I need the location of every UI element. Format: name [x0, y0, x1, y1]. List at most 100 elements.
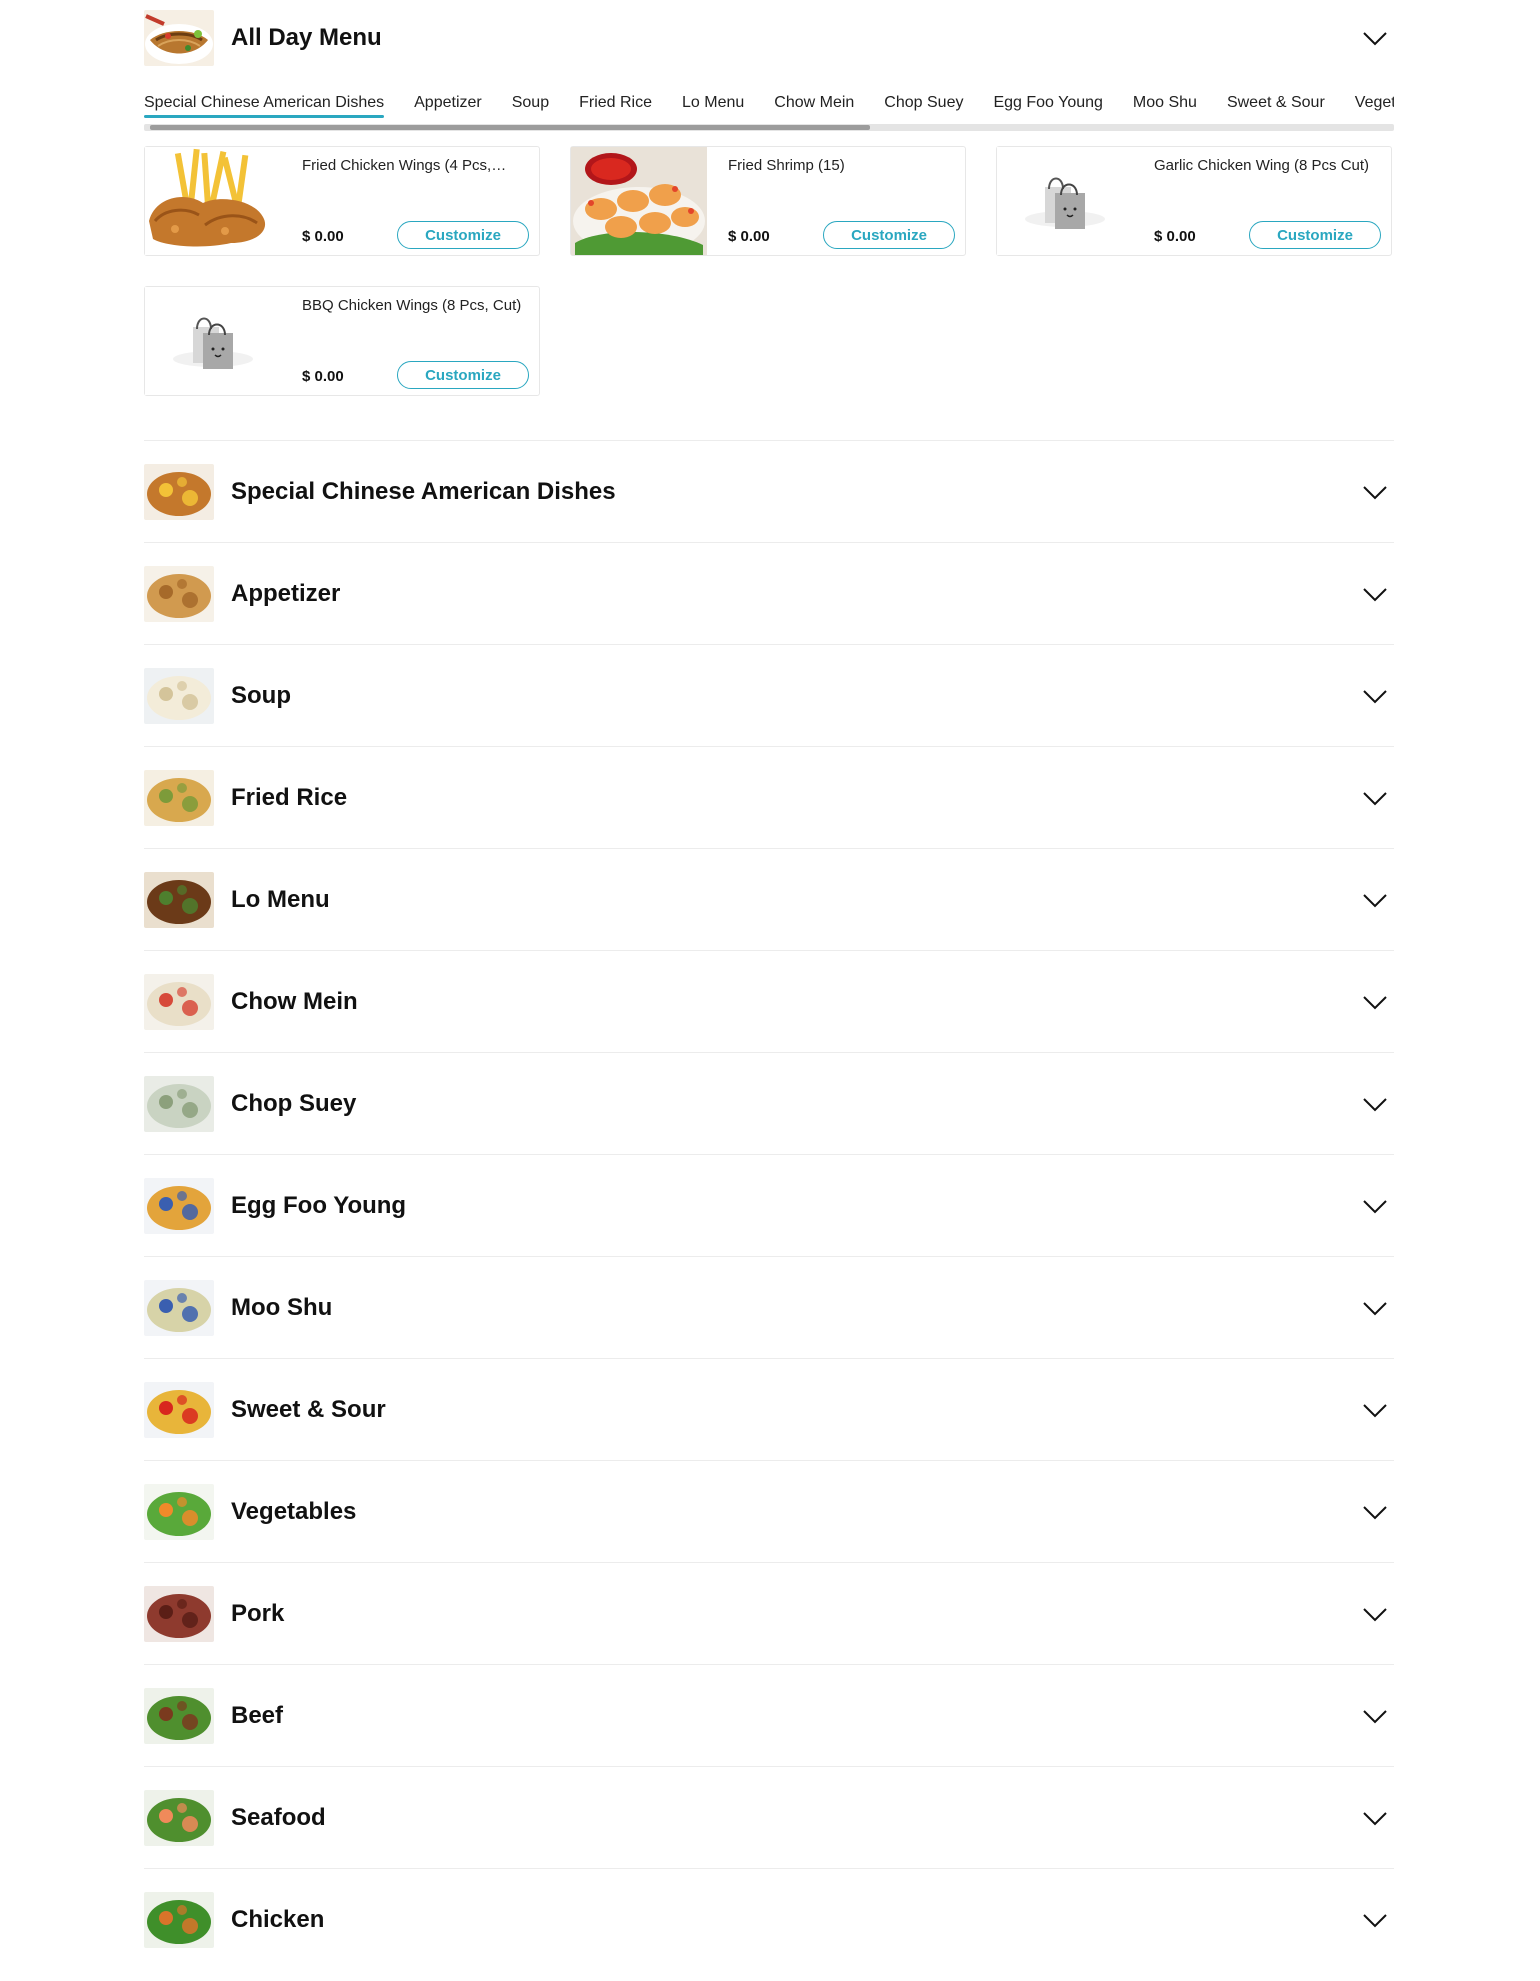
customize-button[interactable]: Customize: [1249, 221, 1381, 249]
category-title: Fried Rice: [231, 783, 348, 811]
menu-item-card[interactable]: Fried Shrimp (15) $ 0.00 Customize: [570, 146, 966, 256]
category-title: Sweet & Sour: [231, 1395, 386, 1423]
item-name: Fried Chicken Wings (4 Pcs,…: [302, 157, 507, 174]
vegetables-thumbnail: [144, 1483, 214, 1540]
chevron-down-icon[interactable]: [1362, 479, 1388, 505]
chevron-down-icon[interactable]: [1362, 1805, 1388, 1831]
chevron-down-icon[interactable]: [1362, 1703, 1388, 1729]
category-fried-rice[interactable]: Fried Rice: [144, 747, 1394, 848]
category-title: Vegetables: [231, 1497, 357, 1525]
chevron-down-icon[interactable]: [1362, 1601, 1388, 1627]
item-price: $ 0.00: [728, 228, 770, 245]
item-price: $ 0.00: [1154, 228, 1196, 245]
category-title: Pork: [231, 1599, 285, 1627]
category-soup[interactable]: Soup: [144, 645, 1394, 746]
category-title: Chicken: [231, 1905, 325, 1933]
all-day-menu-title: All Day Menu: [231, 24, 382, 51]
item-name: Garlic Chicken Wing (8 Pcs Cut): [1154, 157, 1370, 174]
category-egg-foo-young[interactable]: Egg Foo Young: [144, 1155, 1394, 1256]
category-title: Special Chinese American Dishes: [231, 477, 616, 505]
fried-chicken-wings-image: [145, 147, 281, 255]
category-title: Seafood: [231, 1803, 326, 1831]
chevron-down-icon[interactable]: [1362, 581, 1388, 607]
tab-lo-menu[interactable]: Lo Menu: [682, 94, 744, 118]
tab-chow-mein[interactable]: Chow Mein: [774, 94, 854, 118]
item-name: BBQ Chicken Wings (8 Pcs, Cut): [302, 297, 522, 314]
category-beef[interactable]: Beef: [144, 1665, 1394, 1766]
category-list: Special Chinese American Dishes Appetizer…: [144, 441, 1394, 1970]
shopping-bag-icon: [145, 287, 281, 395]
menu-page: All Day Menu Special Chinese American Di…: [144, 0, 1394, 1970]
category-special-chinese-american-dishes[interactable]: Special Chinese American Dishes: [144, 441, 1394, 542]
chevron-down-icon[interactable]: [1362, 1397, 1388, 1423]
fried-rice-thumbnail: [144, 769, 214, 826]
category-title: Egg Foo Young: [231, 1191, 407, 1219]
category-appetizer[interactable]: Appetizer: [144, 543, 1394, 644]
tab-egg-foo-young[interactable]: Egg Foo Young: [993, 94, 1102, 118]
chevron-down-icon[interactable]: [1362, 25, 1388, 51]
category-pork[interactable]: Pork: [144, 1563, 1394, 1664]
tab-moo-shu[interactable]: Moo Shu: [1133, 94, 1197, 118]
category-title: Lo Menu: [231, 885, 330, 913]
chevron-down-icon[interactable]: [1362, 1091, 1388, 1117]
menu-item-card[interactable]: Garlic Chicken Wing (8 Pcs Cut) $ 0.00 C…: [996, 146, 1392, 256]
fried-shrimp-image: [571, 147, 707, 255]
menu-item-card[interactable]: BBQ Chicken Wings (8 Pcs, Cut) $ 0.00 Cu…: [144, 286, 540, 396]
beef-thumbnail: [144, 1687, 214, 1744]
chevron-down-icon[interactable]: [1362, 887, 1388, 913]
special-chinese-american-dishes-thumbnail: [144, 463, 214, 520]
category-seafood[interactable]: Seafood: [144, 1767, 1394, 1868]
egg-foo-young-thumbnail: [144, 1177, 214, 1234]
pork-thumbnail: [144, 1585, 214, 1642]
appetizer-thumbnail: [144, 565, 214, 622]
chicken-thumbnail: [144, 1891, 214, 1948]
moo-shu-thumbnail: [144, 1279, 214, 1336]
chevron-down-icon[interactable]: [1362, 683, 1388, 709]
category-title: Soup: [231, 681, 291, 709]
category-title: Moo Shu: [231, 1293, 333, 1321]
chevron-down-icon[interactable]: [1362, 1295, 1388, 1321]
tab-special-chinese-american-dishes[interactable]: Special Chinese American Dishes: [144, 94, 385, 118]
tab-appetizer[interactable]: Appetizer: [414, 94, 482, 118]
item-price: $ 0.00: [302, 368, 344, 385]
category-tabs: Special Chinese American Dishes Appetizer…: [144, 76, 1394, 132]
sweet-sour-thumbnail: [144, 1381, 214, 1438]
category-vegetables[interactable]: Vegetables: [144, 1461, 1394, 1562]
category-sweet-sour[interactable]: Sweet & Sour: [144, 1359, 1394, 1460]
category-lo-menu[interactable]: Lo Menu: [144, 849, 1394, 950]
lo-menu-thumbnail: [144, 871, 214, 928]
tabs-scrollbar[interactable]: [144, 124, 1394, 131]
tab-fried-rice[interactable]: Fried Rice: [579, 94, 652, 118]
chow-mein-thumbnail: [144, 973, 214, 1030]
customize-button[interactable]: Customize: [397, 221, 529, 249]
tab-soup[interactable]: Soup: [512, 94, 549, 118]
category-title: Appetizer: [231, 579, 341, 607]
chevron-down-icon[interactable]: [1362, 785, 1388, 811]
category-title: Chop Suey: [231, 1089, 357, 1117]
seafood-thumbnail: [144, 1789, 214, 1846]
chevron-down-icon[interactable]: [1362, 1907, 1388, 1933]
chevron-down-icon[interactable]: [1362, 989, 1388, 1015]
menu-item-card[interactable]: Fried Chicken Wings (4 Pcs,… $ 0.00 Cust…: [144, 146, 540, 256]
category-title: Chow Mein: [231, 987, 358, 1015]
chevron-down-icon[interactable]: [1362, 1193, 1388, 1219]
category-moo-shu[interactable]: Moo Shu: [144, 1257, 1394, 1358]
chop-suey-thumbnail: [144, 1075, 214, 1132]
customize-button[interactable]: Customize: [397, 361, 529, 389]
item-price: $ 0.00: [302, 228, 344, 245]
category-chop-suey[interactable]: Chop Suey: [144, 1053, 1394, 1154]
all-day-menu-header[interactable]: All Day Menu: [144, 0, 1394, 76]
category-chow-mein[interactable]: Chow Mein: [144, 951, 1394, 1052]
tab-sweet-sour[interactable]: Sweet & Sour: [1227, 94, 1325, 118]
shopping-bag-icon: [997, 147, 1133, 255]
chevron-down-icon[interactable]: [1362, 1499, 1388, 1525]
soup-thumbnail: [144, 667, 214, 724]
tab-chop-suey[interactable]: Chop Suey: [884, 94, 963, 118]
category-title: Beef: [231, 1701, 284, 1729]
all-day-menu-thumbnail: [144, 10, 214, 66]
tab-vegetables[interactable]: Vegetables: [1355, 94, 1394, 118]
customize-button[interactable]: Customize: [823, 221, 955, 249]
category-chicken[interactable]: Chicken: [144, 1869, 1394, 1970]
tabs-scrollbar-thumb[interactable]: [150, 125, 870, 130]
